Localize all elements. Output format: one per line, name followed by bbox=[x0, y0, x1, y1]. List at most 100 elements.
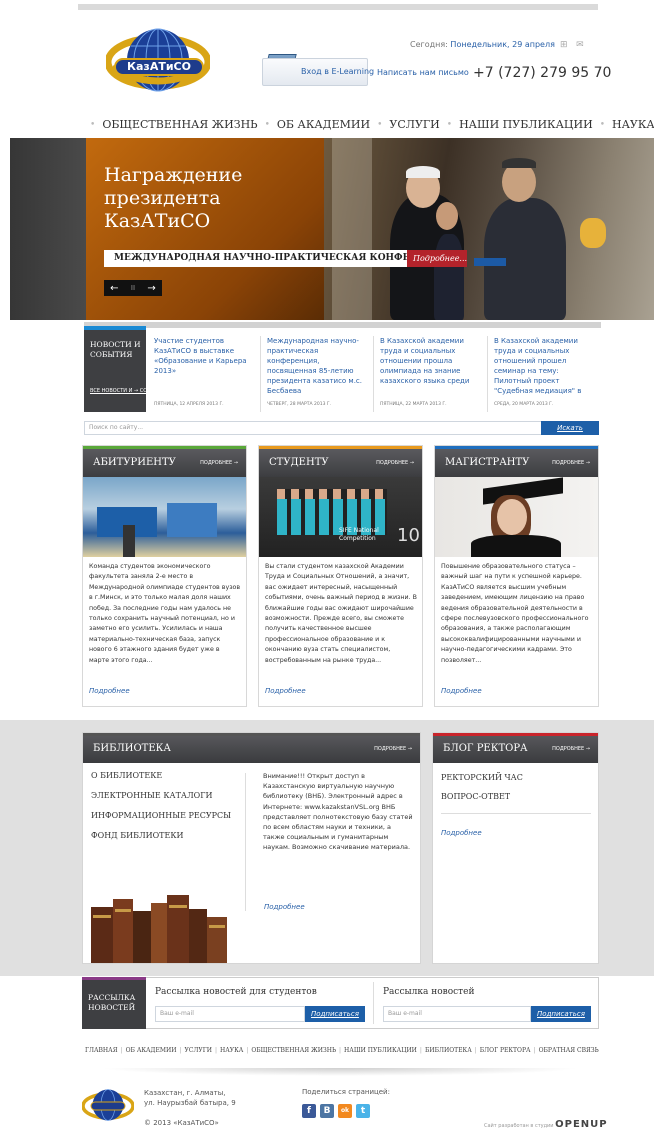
library-more-link[interactable]: Подробнее bbox=[264, 903, 305, 911]
card-applicant: АБИТУРИЕНТУ ПОДРОБНЕЕ → Команда студенто… bbox=[82, 445, 247, 707]
write-us-link[interactable]: Написать нам письмо bbox=[377, 68, 469, 77]
logo-text: КазАТиСО bbox=[114, 58, 204, 76]
blog-more-link[interactable]: Подробнее bbox=[441, 829, 482, 837]
subscribe-students-button[interactable]: Подписаться bbox=[305, 1006, 365, 1022]
card-title[interactable]: СТУДЕНТУ bbox=[269, 457, 329, 468]
card-text: Команда студентов экономического факульт… bbox=[89, 563, 241, 664]
library-menu-item[interactable]: ФОНД БИБЛИОТЕКИ bbox=[91, 831, 231, 840]
library-menu: О БИБЛИОТЕКЕ ЭЛЕКТРОННЫЕ КАТАЛОГИ ИНФОРМ… bbox=[91, 771, 231, 851]
developer-credit[interactable]: Сайт разработан в студии OPENUP bbox=[484, 1119, 608, 1130]
nav-item-social-life[interactable]: ОБЩЕСТВЕННАЯ ЖИЗНЬ bbox=[95, 118, 264, 132]
news-item[interactable]: Участие студентов КазАТиСО в выставке «О… bbox=[148, 336, 258, 412]
hero-caption: МЕЖДУНАРОДНАЯ НАУЧНО-ПРАКТИЧЕСКАЯ КОНФЕР… bbox=[104, 250, 457, 267]
library-more-top-link[interactable]: ПОДРОБНЕЕ → bbox=[374, 746, 412, 752]
facebook-icon[interactable]: f bbox=[302, 1104, 316, 1118]
card-text: Повышение образовательного статуса – важ… bbox=[441, 563, 589, 664]
hero-more-button[interactable]: Подробнее... bbox=[407, 250, 467, 267]
card-more-link[interactable]: Подробнее bbox=[89, 687, 130, 695]
footer-link[interactable]: ОБЩЕСТВЕННАЯ ЖИЗНЬ bbox=[248, 1047, 339, 1054]
subscribe-general-email-input[interactable]: Ваш e-mail bbox=[383, 1006, 531, 1022]
card-title[interactable]: МАГИСТРАНТУ bbox=[445, 457, 529, 468]
card-student: СТУДЕНТУ ПОДРОБНЕЕ → SIFE National Compe… bbox=[258, 445, 423, 707]
card-image bbox=[83, 477, 246, 557]
card-more-top-link[interactable]: ПОДРОБНЕЕ → bbox=[376, 460, 414, 466]
card-title[interactable]: АБИТУРИЕНТУ bbox=[93, 457, 176, 468]
card-image bbox=[435, 477, 598, 557]
card-master: МАГИСТРАНТУ ПОДРОБНЕЕ → Повышение образо… bbox=[434, 445, 599, 707]
subscribe-students-title: Рассылка новостей для студентов bbox=[155, 987, 317, 997]
photo-caption: SIFE National Competition bbox=[339, 527, 379, 542]
today-date: Сегодня: Понедельник, 29 апреля bbox=[410, 40, 555, 49]
footer-link[interactable]: НАУКА bbox=[217, 1047, 246, 1054]
vk-icon[interactable]: B bbox=[320, 1104, 334, 1118]
card-more-link[interactable]: Подробнее bbox=[441, 687, 482, 695]
library-menu-item[interactable]: ИНФОРМАЦИОННЫЕ РЕСУРСЫ bbox=[91, 811, 231, 820]
top-divider bbox=[78, 4, 598, 10]
library-text: Внимание!!! Открыт доступ в Казахстанску… bbox=[263, 772, 413, 852]
hero-title: Награждение президента КазАТиСО bbox=[104, 164, 243, 232]
slider-controls: ← II → bbox=[104, 280, 162, 296]
subscribe-heading-box: РАССЫЛКА НОВОСТЕЙ bbox=[82, 977, 146, 1029]
news-top-divider bbox=[84, 322, 601, 328]
footer-logo[interactable] bbox=[82, 1086, 134, 1126]
library-title[interactable]: БИБЛИОТЕКА bbox=[93, 743, 171, 754]
card-more-top-link[interactable]: ПОДРОБНЕЕ → bbox=[552, 460, 590, 466]
footer-link[interactable]: УСЛУГИ bbox=[181, 1047, 214, 1054]
news-item[interactable]: В Казахской академии труда и социальных … bbox=[487, 336, 597, 412]
blog-menu-item[interactable]: ВОПРОС-ОТВЕТ bbox=[441, 792, 523, 801]
library-panel: БИБЛИОТЕКА ПОДРОБНЕЕ → О БИБЛИОТЕКЕ ЭЛЕК… bbox=[82, 732, 421, 964]
twitter-icon[interactable]: t bbox=[356, 1104, 370, 1118]
footer-link[interactable]: БИБЛИОТЕКА bbox=[422, 1047, 475, 1054]
blog-panel: БЛОГ РЕКТОРА ПОДРОБНЕЕ → РЕКТОРСКИЙ ЧАС … bbox=[432, 732, 599, 964]
news-heading: НОВОСТИ И СОБЫТИЯ bbox=[90, 340, 141, 359]
footer-link[interactable]: ОБРАТНАЯ СВЯЗЬ bbox=[536, 1047, 602, 1054]
arrow-right-icon[interactable]: → bbox=[147, 283, 155, 294]
library-divider bbox=[245, 773, 246, 911]
footer-link[interactable]: ГЛАВНАЯ bbox=[82, 1047, 121, 1054]
footer-link[interactable]: БЛОГ РЕКТОРА bbox=[477, 1047, 534, 1054]
library-menu-item[interactable]: О БИБЛИОТЕКЕ bbox=[91, 771, 231, 780]
subscribe-divider bbox=[373, 982, 374, 1024]
news-item[interactable]: Международная научно-практическая конфер… bbox=[260, 336, 370, 412]
subscribe-general-title: Рассылка новостей bbox=[383, 987, 475, 997]
library-menu-item[interactable]: ЭЛЕКТРОННЫЕ КАТАЛОГИ bbox=[91, 791, 231, 800]
pause-icon[interactable]: II bbox=[131, 284, 135, 292]
footer-copyright: © 2013 «КазАТиСО» bbox=[144, 1119, 219, 1127]
hero-left-image bbox=[10, 138, 86, 320]
blog-menu-item[interactable]: РЕКТОРСКИЙ ЧАС bbox=[441, 773, 523, 782]
footer-link[interactable]: ОБ АКАДЕМИИ bbox=[123, 1047, 180, 1054]
developer-logo[interactable]: OPENUP bbox=[555, 1119, 607, 1130]
arrow-left-icon[interactable]: ← bbox=[110, 283, 118, 294]
subscribe-heading: РАССЫЛКА НОВОСТЕЙ bbox=[88, 993, 136, 1012]
hero-photo bbox=[324, 138, 654, 320]
search-button[interactable]: Искать bbox=[541, 421, 599, 435]
footer-link[interactable]: НАШИ ПУБЛИКАЦИИ bbox=[341, 1047, 420, 1054]
top-icons: ⊞ ✉ bbox=[560, 40, 584, 50]
search-input[interactable]: Поиск по сайту... bbox=[84, 421, 599, 435]
blog-menu: РЕКТОРСКИЙ ЧАС ВОПРОС-ОТВЕТ bbox=[441, 773, 523, 811]
main-nav: • ОБЩЕСТВЕННАЯ ЖИЗНЬ • ОБ АКАДЕМИИ • УСЛ… bbox=[90, 118, 654, 132]
nav-item-about[interactable]: ОБ АКАДЕМИИ bbox=[270, 118, 377, 132]
blog-title[interactable]: БЛОГ РЕКТОРА bbox=[443, 743, 528, 754]
card-more-link[interactable]: Подробнее bbox=[265, 687, 306, 695]
nav-item-science[interactable]: НАУКА bbox=[605, 118, 654, 132]
footer-nav: ГЛАВНАЯ | ОБ АКАДЕМИИ | УСЛУГИ | НАУКА | ОБЩ… bbox=[82, 1047, 602, 1054]
footer-address: Казахстан, г. Алматы, ул. Наурызбай баты… bbox=[144, 1089, 236, 1107]
subscribe-general-button[interactable]: Подписаться bbox=[531, 1006, 591, 1022]
news-item[interactable]: В Казахской академии труда и социальных … bbox=[373, 336, 483, 412]
sitemap-icon[interactable]: ⊞ bbox=[560, 40, 568, 50]
odnoklassniki-icon[interactable]: ok bbox=[338, 1104, 352, 1118]
hero-slider[interactable]: Награждение президента КазАТиСО МЕЖДУНАР… bbox=[10, 138, 654, 320]
subscribe-students-email-input[interactable]: Ваш e-mail bbox=[155, 1006, 305, 1022]
card-more-top-link[interactable]: ПОДРОБНЕЕ → bbox=[200, 460, 238, 466]
nav-item-services[interactable]: УСЛУГИ bbox=[382, 118, 446, 132]
card-text: Вы стали студентом казахской Академии Тр… bbox=[265, 563, 417, 664]
nav-item-publications[interactable]: НАШИ ПУБЛИКАЦИИ bbox=[452, 118, 600, 132]
blog-more-top-link[interactable]: ПОДРОБНЕЕ → bbox=[552, 746, 590, 752]
mail-icon[interactable]: ✉ bbox=[576, 40, 584, 50]
share-label: Поделиться страницей: bbox=[302, 1088, 390, 1096]
news-heading-box: НОВОСТИ И СОБЫТИЯ ВСЕ НОВОСТИ И → СОБЫТИ… bbox=[84, 326, 165, 412]
card-image: SIFE National Competition 10 bbox=[259, 477, 422, 557]
phone-number: +7 (727) 279 95 70 bbox=[473, 65, 612, 81]
elearning-button[interactable]: Вход в E-Learning bbox=[262, 58, 374, 86]
